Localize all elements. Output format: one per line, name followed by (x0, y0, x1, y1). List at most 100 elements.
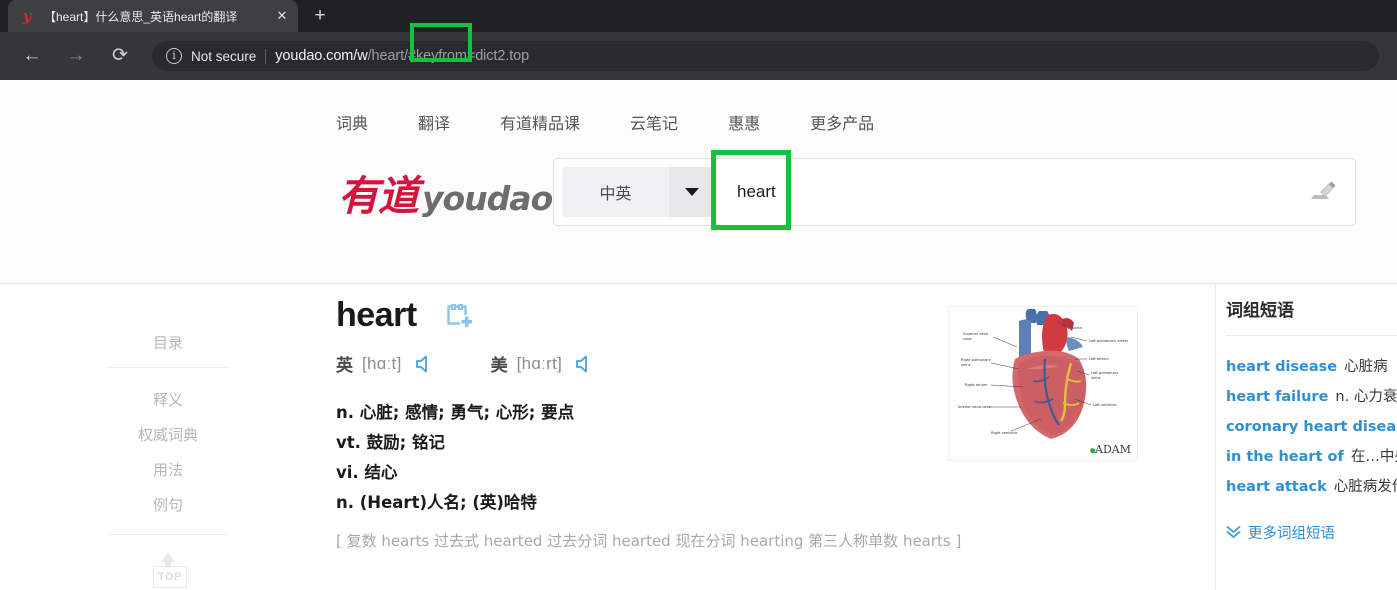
phrases-panel-heading: 词组短语 (1226, 301, 1294, 321)
phrases-panel: 词组短语 heart disease 心脏病 heart failure n. 心力… (1215, 284, 1397, 590)
site-top-nav: 词典 翻译 有道精品课 云笔记 惠惠 更多产品 (0, 80, 1397, 134)
left-rail-toc: 目录 释义 权威词典 用法 例句 TOP (0, 284, 336, 590)
figure-label-right-ventricle: Right ventricle (991, 431, 1018, 435)
phonetic-us-value: [hɑːrt] (516, 353, 563, 373)
figure-watermark: ADAM (1094, 443, 1131, 456)
heart-anatomy-diagram: Superior vena cava Right pulmonary veins… (948, 306, 1138, 461)
tab-title: 【heart】什么意思_英语heart的翻译 (44, 9, 238, 24)
omnibox-divider (265, 48, 267, 64)
toc-divider-bottom (107, 533, 229, 535)
tab-strip: y 【heart】什么意思_英语heart的翻译 ✕ + (0, 0, 1397, 32)
inflections-text: [ 复数 hearts 过去式 hearted 过去分词 hearted 现在分… (336, 532, 962, 550)
figure-label-right-pulmonary-veins: Right pulmonary (961, 358, 992, 362)
search-box: 中英 heart (553, 158, 1356, 226)
handwriting-input-icon[interactable] (1303, 159, 1343, 225)
toc-item-definitions[interactable]: 释义 (153, 382, 183, 417)
phonetic-us: 美 [hɑːrt] (491, 351, 596, 376)
brand-and-search-row: 有道 youdao 中英 heart (0, 134, 1397, 230)
youdao-favicon-icon: y (22, 7, 32, 25)
phrase-cn: n. 心力衰竭 (1335, 389, 1397, 405)
figure-label-left-ventricle: Left ventricle (1093, 403, 1117, 407)
browser-tab[interactable]: y 【heart】什么意思_英语heart的翻译 ✕ (8, 0, 298, 32)
phrase-item-heart-failure[interactable]: heart failure n. 心力衰竭 (1226, 382, 1397, 412)
phrase-item-heart-disease[interactable]: heart disease 心脏病 (1226, 352, 1397, 382)
phrase-item-coronary-heart-disease[interactable]: coronary heart disease (1226, 412, 1397, 442)
new-tab-button[interactable]: + (306, 2, 334, 30)
nav-item-translate[interactable]: 翻译 (418, 110, 450, 134)
speaker-icon-us[interactable] (575, 355, 595, 373)
reload-icon[interactable]: ⟳ (105, 41, 135, 71)
phrase-en: heart failure (1226, 389, 1329, 405)
definition-proper-noun: n. (Heart)人名; (英)哈特 (336, 493, 537, 512)
phonetic-uk: 英 [hɑːt] (336, 351, 435, 376)
figure-watermark-mark: ✹ (1089, 446, 1097, 456)
nav-item-courses[interactable]: 有道精品课 (500, 110, 580, 134)
search-input-value: heart (737, 182, 776, 201)
figure-label-aorta: Aorta (1072, 326, 1082, 330)
phonetic-us-label: 美 (490, 356, 508, 376)
security-status-label: Not secure (191, 48, 257, 64)
toc-item-authoritative-dict[interactable]: 权威词典 (138, 417, 198, 452)
search-input[interactable]: heart (715, 159, 1303, 225)
phrase-cn: 心脏病发作 (1333, 479, 1397, 495)
nav-item-cloudnote[interactable]: 云笔记 (630, 110, 678, 134)
language-select[interactable]: 中英 (562, 167, 715, 217)
nav-item-huihui[interactable]: 惠惠 (728, 110, 760, 134)
nav-item-dictionary[interactable]: 词典 (336, 110, 368, 134)
toc-list: 释义 权威词典 用法 例句 (138, 368, 198, 534)
definition-intransitive-verb: vi. 结心 (336, 463, 398, 482)
back-to-top-label: TOP (153, 565, 187, 588)
logo-english-text: youdao (422, 179, 553, 218)
chevron-down-icon[interactable] (669, 167, 715, 217)
browser-toolbar: ← → ⟳ i Not secure youdao.com/w/heart/#k… (0, 23, 1397, 80)
phrase-cn: 心脏病 (1344, 359, 1388, 375)
figure-label-left-pulmonary-veins: Left pulmonary (1091, 371, 1119, 375)
figure-label-right-pulmonary-veins-2: veins (961, 363, 971, 367)
search-area: 中英 heart (553, 150, 1397, 230)
figure-label-superior-vena-cava-2: cava (963, 337, 972, 341)
more-phrases-link[interactable]: 更多词组短语 (1226, 522, 1397, 543)
page-title: heart (336, 296, 417, 334)
phrase-en: heart attack (1226, 479, 1327, 495)
url-path: /heart/ (367, 48, 409, 64)
phrase-en: heart disease (1226, 359, 1338, 375)
content-area: 目录 释义 权威词典 用法 例句 TOP heart 英 [hɑːt] 美 [h… (0, 284, 1397, 590)
phonetic-uk-value: [hɑːt] (362, 353, 402, 373)
phrase-en: in the heart of (1226, 449, 1344, 465)
toc-item-usage[interactable]: 用法 (153, 452, 183, 487)
phrase-item-heart-attack[interactable]: heart attack 心脏病发作 (1226, 472, 1397, 502)
back-to-top-icon[interactable]: TOP (148, 552, 188, 590)
youdao-logo[interactable]: 有道 youdao (338, 162, 553, 222)
phrase-en: coronary heart disease (1226, 419, 1397, 435)
browser-chrome: y 【heart】什么意思_英语heart的翻译 ✕ + ← → ⟳ i Not… (0, 0, 1397, 80)
page-body: 词典 翻译 有道精品课 云笔记 惠惠 更多产品 有道 youdao 中英 hea… (0, 80, 1397, 590)
nav-item-more-products[interactable]: 更多产品 (810, 110, 874, 134)
speaker-icon-uk[interactable] (415, 355, 435, 373)
entry-main-column: heart 英 [hɑːt] 美 [hɑːrt] n. 心脏; 感情; 勇气; … (336, 284, 1215, 590)
figure-label-right-atrium: Right atrium (965, 383, 988, 387)
phrase-cn: 在…中央 (1350, 449, 1397, 465)
more-phrases-label: 更多词组短语 (1248, 526, 1335, 542)
figure-label-superior-vena-cava: Superior vena (963, 332, 988, 336)
forward-icon[interactable]: → (61, 41, 91, 71)
url-text: youdao.com/w/heart/#keyfrom=dict2.top (275, 48, 529, 64)
language-select-label: 中英 (599, 184, 632, 203)
phonetic-uk-label: 英 (336, 356, 353, 376)
address-bar[interactable]: i Not secure youdao.com/w/heart/#keyfrom… (152, 23, 1379, 71)
url-fragment: #keyfrom=dict2.top (408, 48, 530, 64)
url-domain: youdao.com/w (275, 48, 368, 64)
phrases-panel-divider (1226, 335, 1397, 336)
toc-heading: 目录 (152, 334, 183, 352)
site-header: 词典 翻译 有道精品课 云笔记 惠惠 更多产品 有道 youdao 中英 hea… (0, 80, 1397, 284)
figure-label-left-pulmonary-artery: Left pulmonary artery (1089, 339, 1129, 343)
logo-chinese-text: 有道 (338, 172, 419, 220)
close-tab-icon[interactable]: ✕ (274, 8, 290, 24)
back-icon[interactable]: ← (17, 41, 47, 71)
add-to-wordbook-icon[interactable] (446, 303, 473, 334)
toc-item-examples[interactable]: 例句 (153, 487, 183, 522)
phrase-item-in-the-heart-of[interactable]: in the heart of 在…中央 (1226, 442, 1397, 472)
site-info-icon[interactable]: i (166, 48, 182, 64)
figure-label-left-pulmonary-veins-2: veins (1091, 376, 1101, 380)
figure-label-inferior-vena-cava: Inferior vena cava (958, 405, 991, 409)
chevron-double-down-icon (1226, 525, 1241, 540)
